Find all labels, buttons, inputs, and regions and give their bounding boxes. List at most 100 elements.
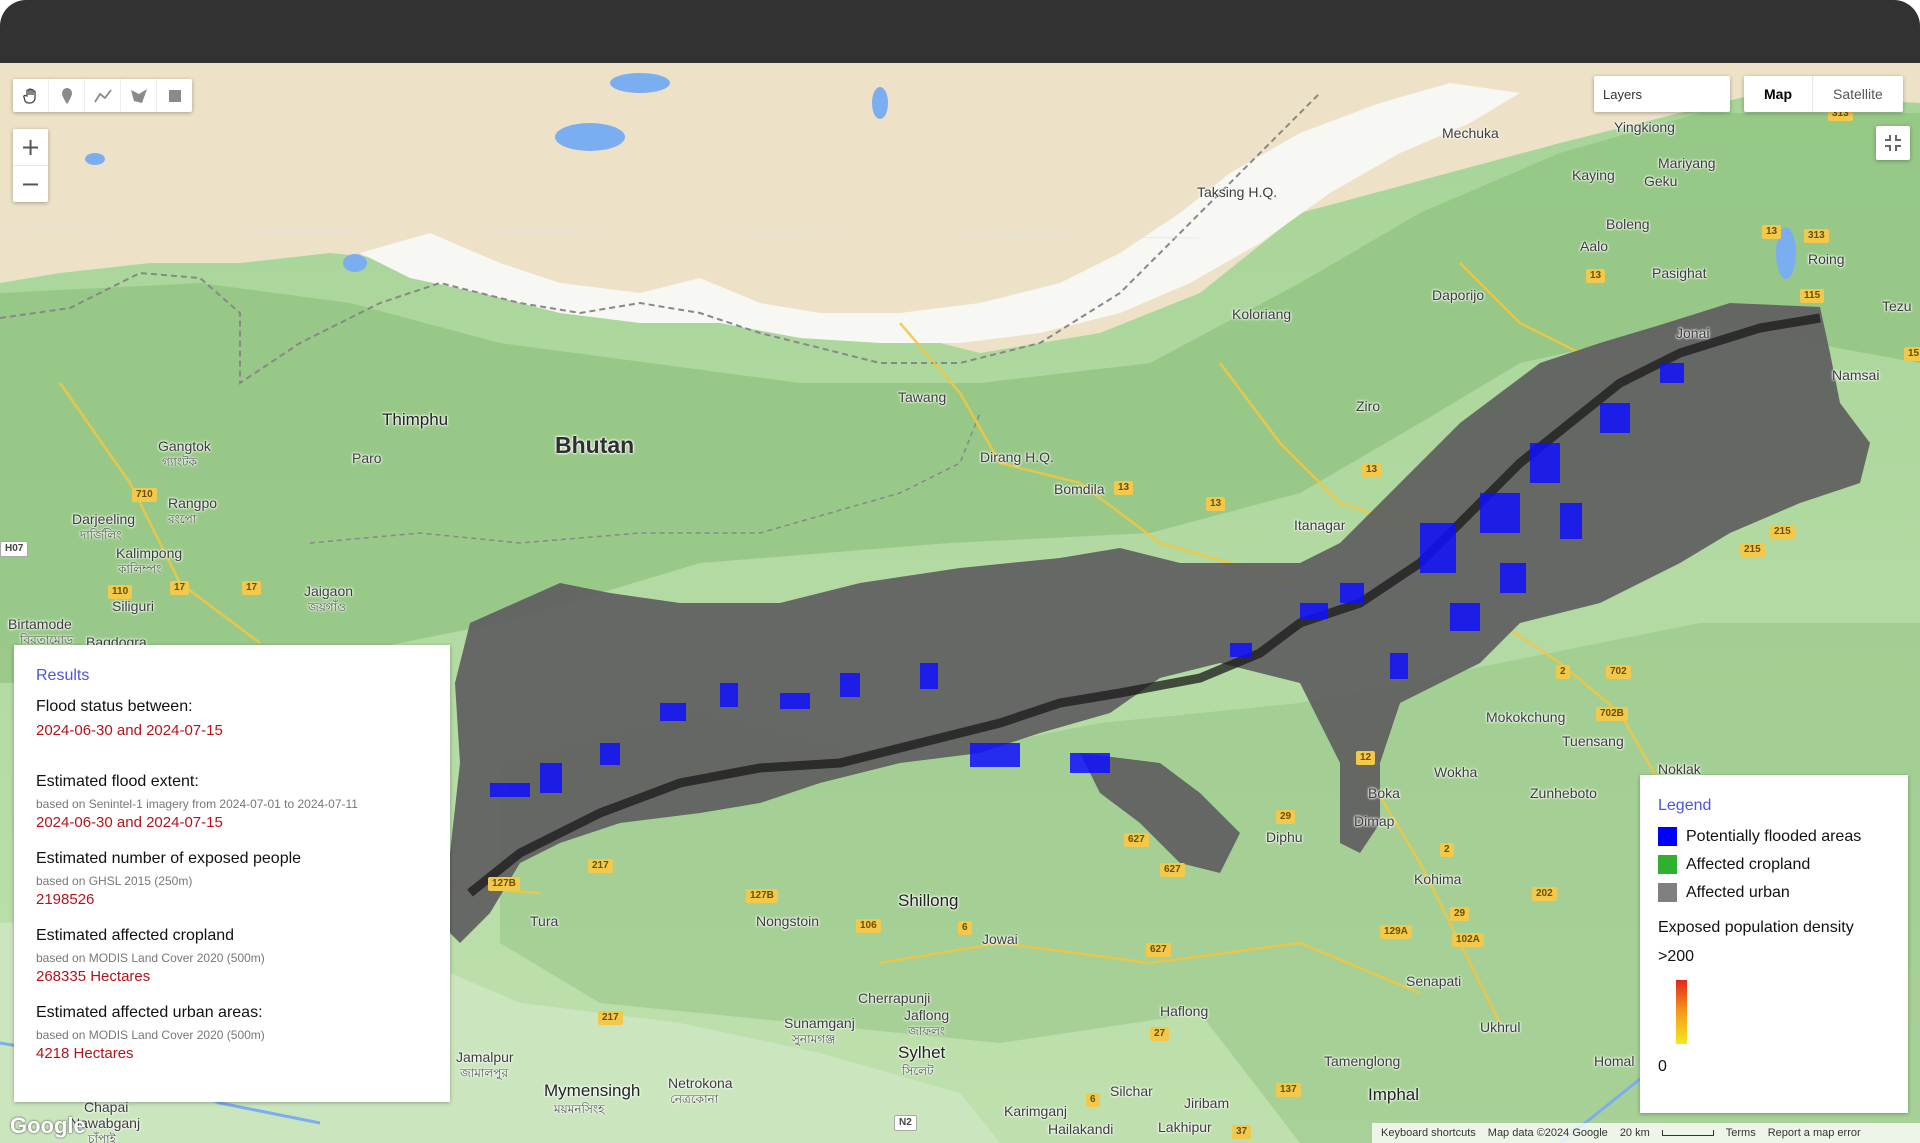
legend-item-flooded: Potentially flooded areas: [1658, 827, 1890, 846]
terms-link[interactable]: Terms: [1726, 1127, 1756, 1139]
rectangle-icon[interactable]: [157, 79, 192, 112]
road-shield: 215: [1740, 543, 1765, 557]
flood-extent-note: based on Senintel-1 imagery from 2024-07…: [36, 797, 358, 811]
city-label-wokha: Wokha: [1434, 764, 1478, 780]
legend-label-flooded: Potentially flooded areas: [1686, 827, 1862, 845]
city-label-tuensang: Tuensang: [1562, 733, 1624, 749]
map-type-map-button[interactable]: Map: [1744, 76, 1813, 112]
city-label-shillong: Shillong: [898, 891, 959, 910]
city-label-dimapur: Dimap: [1354, 813, 1395, 829]
city-label-sylhet: Sylhet: [898, 1043, 946, 1062]
country-label-bhutan: Bhutan: [555, 432, 635, 458]
road-shield: 215: [1770, 525, 1795, 539]
city-label-mechuka: Mechuka: [1442, 125, 1499, 141]
city-label-tura: Tura: [530, 913, 559, 929]
affected-urban-block: Estimated affected urban areas: based on…: [36, 1004, 428, 1062]
road-shield: 127B: [746, 889, 778, 903]
city-label-haflong: Haflong: [1160, 1003, 1209, 1019]
city-label-boleng: Boleng: [1606, 216, 1650, 232]
flood-extent-block: Estimated flood extent: based on Seninte…: [36, 773, 428, 831]
affected-cropland-heading: Estimated affected cropland: [36, 927, 235, 944]
city-label-sunamganj-local: সুনামগঞ্জ: [792, 1032, 836, 1046]
road-shield: 27: [1150, 1027, 1170, 1041]
road-shield: 6: [1086, 1093, 1100, 1107]
road-shield: 127B: [488, 877, 520, 891]
road-shield: 217: [588, 859, 613, 873]
city-label-bomdila: Bomdila: [1054, 481, 1105, 497]
window-titlebar: [0, 0, 1920, 63]
layers-dropdown[interactable]: Layers: [1594, 76, 1730, 112]
road-shield: 129A: [1380, 925, 1412, 939]
city-label-ukhrul: Ukhrul: [1480, 1019, 1521, 1035]
city-label-nongstoin: Nongstoin: [756, 913, 820, 929]
city-label-gangtok: Gangtok: [158, 438, 211, 454]
flood-extent-value: 2024-06-30 and 2024-07-15: [36, 814, 223, 831]
road-shield: 29: [1276, 810, 1296, 824]
hand-icon[interactable]: [13, 79, 49, 112]
zoom-in-button[interactable]: +: [13, 129, 48, 166]
scale-bar: [1661, 1130, 1714, 1136]
city-label-hailakandi: Hailakandi: [1048, 1121, 1114, 1137]
legend-item-cropland: Affected cropland: [1658, 855, 1890, 874]
fullscreen-button[interactable]: [1876, 126, 1910, 160]
attribution-bar: Keyboard shortcuts Map data ©2024 Google…: [1372, 1123, 1920, 1143]
layers-label: Layers: [1603, 86, 1643, 102]
exposed-people-block: Estimated number of exposed people based…: [36, 850, 428, 908]
road-shield: 202: [1532, 887, 1557, 901]
city-label-tamenglong: Tamenglong: [1324, 1053, 1401, 1069]
affected-cropland-note: based on MODIS Land Cover 2020 (500m): [36, 951, 265, 965]
density-gradient-bar: [1676, 980, 1687, 1044]
city-label-rangpo-local: রংপো: [168, 512, 197, 526]
city-label-yingkiong: Yingkiong: [1614, 119, 1675, 135]
city-label-imphal: Imphal: [1368, 1085, 1420, 1104]
map-data-text: Map data ©2024 Google: [1487, 1127, 1608, 1139]
road-shield: 15: [1904, 347, 1920, 361]
city-label-koloriang: Koloriang: [1232, 306, 1292, 322]
report-error-link[interactable]: Report a map error: [1768, 1127, 1861, 1139]
city-label-jaigaon: Jaigaon: [304, 583, 354, 599]
city-label-itanagar: Itanagar: [1294, 517, 1346, 533]
city-label-mokokchung: Mokokchung: [1486, 709, 1566, 725]
city-label-paro: Paro: [352, 450, 382, 466]
road-shield: N2: [894, 1115, 917, 1131]
legend-label-urban: Affected urban: [1686, 883, 1790, 901]
results-title: Results: [36, 667, 90, 684]
road-shield: 12: [1356, 751, 1376, 765]
road-shield: 13: [1362, 463, 1382, 477]
city-label-jonai: Jonai: [1676, 325, 1710, 341]
legend-swatch-urban: [1658, 883, 1677, 902]
legend-item-urban: Affected urban: [1658, 883, 1890, 902]
city-label-jaigaon-local: জয়গাঁও: [308, 600, 346, 614]
map-canvas[interactable]: Bhutan Thimphu Paro Gangtok গ্যাংটক Darj…: [0, 63, 1920, 1143]
city-label-tezu: Tezu: [1882, 298, 1912, 314]
polygon-icon[interactable]: [121, 79, 157, 112]
road-shield: 17: [170, 581, 190, 595]
google-logo: Google: [10, 1113, 86, 1138]
road-shield: 217: [598, 1011, 623, 1025]
road-shield: 110: [108, 585, 133, 599]
road-shield: 137: [1276, 1083, 1301, 1097]
density-min-label: 0: [1658, 1058, 1667, 1075]
pin-icon[interactable]: [49, 79, 85, 112]
map-type-satellite-button[interactable]: Satellite: [1813, 76, 1903, 112]
polyline-icon[interactable]: [85, 79, 121, 112]
city-label-mariyang: Mariyang: [1658, 155, 1716, 171]
legend-swatch-cropland: [1658, 855, 1677, 874]
scale-label[interactable]: 20 km: [1620, 1127, 1650, 1139]
road-shield: 313: [1804, 229, 1829, 243]
zoom-out-button[interactable]: −: [13, 166, 48, 202]
road-shield: 2: [1440, 843, 1454, 857]
exposed-people-heading: Estimated number of exposed people: [36, 850, 302, 867]
city-label-kohima: Kohima: [1414, 871, 1462, 887]
city-label-daporijo: Daporijo: [1432, 287, 1485, 303]
city-label-darjeeling: Darjeeling: [72, 511, 136, 527]
keyboard-shortcuts-link[interactable]: Keyboard shortcuts: [1381, 1127, 1476, 1139]
road-shield: H07: [0, 541, 29, 557]
city-label-gangtok-local: গ্যাংটক: [162, 455, 197, 469]
city-label-kalimpong-local: কালিম্পং: [118, 562, 162, 576]
fullscreen-icon: [1885, 135, 1901, 151]
city-label-netrokona: Netrokona: [668, 1075, 733, 1091]
road-shield: 627: [1160, 863, 1185, 877]
road-shield: 13: [1586, 269, 1606, 283]
city-label-netrokona-local: নেত্রকোনা: [670, 1092, 719, 1106]
